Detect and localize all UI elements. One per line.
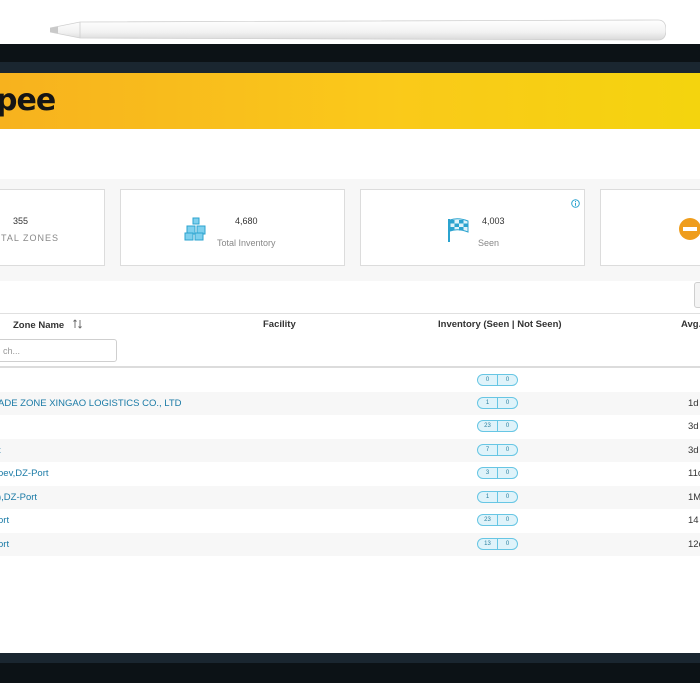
toolbar-button[interactable] xyxy=(694,282,700,308)
seen-count-cell: 23 xyxy=(478,421,498,431)
not-seen-count-cell: 0 xyxy=(505,494,510,500)
not-seen-count-cell: 0 xyxy=(505,541,510,547)
zone-name-link[interactable]: ),DZ-Port xyxy=(0,492,37,503)
zone-name-link[interactable]: ort xyxy=(0,539,9,550)
table-row[interactable]: ADE ZONE XINGAO LOGISTICS CO., LTD 10 1d xyxy=(0,392,700,415)
inventory-pill: 10 xyxy=(477,397,518,409)
stat-card-zones[interactable]: 355 TAL ZONES xyxy=(0,189,105,266)
table-row[interactable]: t 70 3d xyxy=(0,439,700,462)
avg-cell: 11d xyxy=(688,468,700,479)
table-header-divider xyxy=(0,313,700,314)
device-bezel-top xyxy=(0,44,700,73)
app-screen: pee 355 TAL ZONES 4,680 Total Inventory xyxy=(0,73,700,653)
zone-name-link[interactable]: t xyxy=(0,445,1,456)
table-row[interactable]: 00 xyxy=(0,369,700,392)
zones-label: TAL ZONES xyxy=(1,233,60,243)
stat-card-seen[interactable]: 4,003 Seen xyxy=(360,189,585,266)
table-row[interactable]: oev,DZ-Port 30 11d xyxy=(0,462,700,485)
sort-icon[interactable] xyxy=(73,319,82,329)
checkered-flag-icon xyxy=(448,218,469,242)
boxes-icon xyxy=(184,217,206,241)
info-icon[interactable] xyxy=(571,199,580,208)
avg-cell: 3d xyxy=(688,421,699,432)
table-row[interactable]: ort 23 0 14 xyxy=(0,509,700,532)
inventory-pill: 70 xyxy=(477,444,518,456)
brand-logo[interactable]: pee xyxy=(0,83,56,118)
inventory-pill: 30 xyxy=(477,467,518,479)
zone-name-link[interactable]: oev,DZ-Port xyxy=(0,468,49,479)
zones-count: 355 xyxy=(13,216,29,226)
table-row[interactable]: ),DZ-Port 10 1M xyxy=(0,486,700,509)
table-row[interactable]: 23 0 3d xyxy=(0,415,700,438)
stats-area xyxy=(0,179,700,281)
inventory-pill: 10 xyxy=(477,491,518,503)
table-body-divider xyxy=(0,366,700,368)
avg-cell: 3d xyxy=(688,445,699,456)
avg-cell: 1d xyxy=(688,398,699,409)
zone-name-header-label: Zone Name xyxy=(13,320,65,331)
inventory-pill: 23 0 xyxy=(477,420,518,432)
seen-count-cell: 23 xyxy=(478,515,498,525)
stylus-pencil xyxy=(50,19,666,41)
inventory-pill: 00 xyxy=(477,374,518,386)
seen-count-cell: 3 xyxy=(478,468,498,478)
column-header-inventory[interactable]: Inventory (Seen | Not Seen) xyxy=(438,319,562,330)
table-row[interactable]: ort 13 0 12d xyxy=(0,533,700,556)
column-header-facility[interactable]: Facility xyxy=(263,319,296,330)
seen-count-cell: 1 xyxy=(478,398,498,408)
stat-card-other[interactable] xyxy=(600,189,700,266)
seen-label: Seen xyxy=(478,238,500,248)
avg-cell: 12d xyxy=(688,539,700,550)
inventory-count: 4,680 xyxy=(235,216,258,226)
not-seen-count-cell: 0 xyxy=(505,423,510,429)
device-bezel-bottom xyxy=(0,653,700,683)
header-bar: pee xyxy=(0,73,700,129)
zone-name-link[interactable]: ADE ZONE XINGAO LOGISTICS CO., LTD xyxy=(0,398,182,409)
not-seen-count-cell: 0 xyxy=(505,447,510,453)
seen-count-cell: 1 xyxy=(478,492,498,502)
inventory-label: Total Inventory xyxy=(217,238,276,248)
column-header-avg[interactable]: Avg. xyxy=(681,319,700,330)
inventory-pill: 23 0 xyxy=(477,514,518,526)
seen-count: 4,003 xyxy=(482,216,505,226)
seen-count-cell: 13 xyxy=(478,539,498,549)
zone-search-input[interactable]: ch... xyxy=(0,339,117,362)
zone-name-link[interactable]: ort xyxy=(0,515,9,526)
minus-circle-icon xyxy=(679,218,700,240)
column-header-zone-name[interactable]: Zone Name xyxy=(13,319,82,331)
stat-card-inventory[interactable]: 4,680 Total Inventory xyxy=(120,189,345,266)
seen-count-cell: 7 xyxy=(478,445,498,455)
avg-cell: 1M xyxy=(688,492,700,503)
not-seen-count-cell: 0 xyxy=(505,377,510,383)
seen-count-cell: 0 xyxy=(478,375,498,385)
inventory-pill: 13 0 xyxy=(477,538,518,550)
not-seen-count-cell: 0 xyxy=(505,517,510,523)
not-seen-count-cell: 0 xyxy=(505,470,510,476)
avg-cell: 14 xyxy=(688,515,699,526)
not-seen-count-cell: 0 xyxy=(505,400,510,406)
